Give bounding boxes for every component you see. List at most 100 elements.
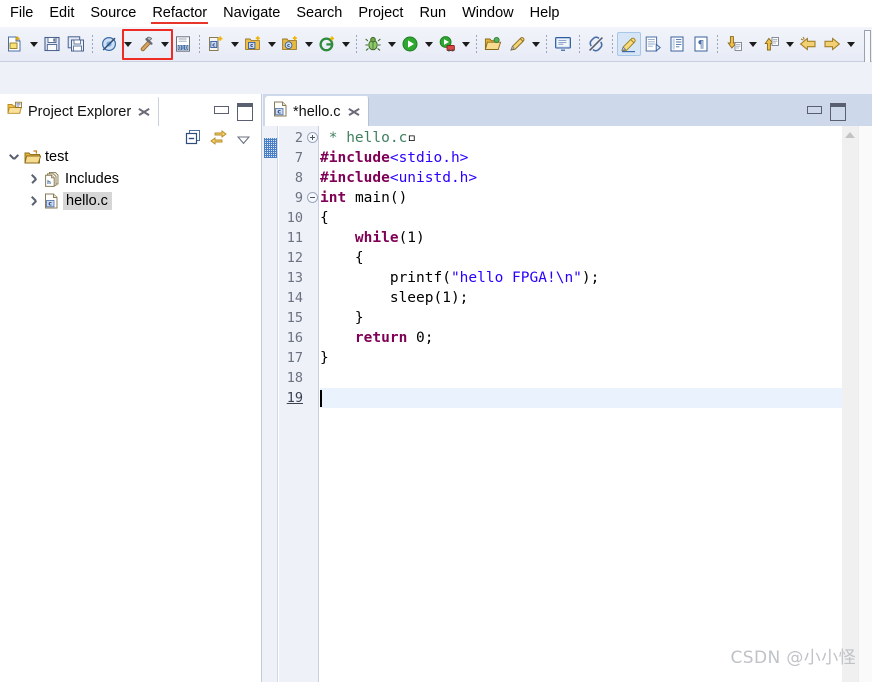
tab-hello-c[interactable]: c *hello.c [265, 96, 369, 126]
show-whitespace-button[interactable] [665, 32, 689, 56]
menu-navigate[interactable]: Navigate [215, 2, 288, 25]
new-c-cpp-project-button[interactable]: c [204, 32, 228, 56]
line-number: 7 [294, 150, 303, 166]
code-token: #include [320, 150, 390, 166]
editor-marker-bar[interactable] [263, 126, 278, 682]
pilcrow-icon: ¶ [692, 35, 710, 53]
menu-help[interactable]: Help [522, 2, 568, 25]
save-all-button[interactable] [64, 32, 88, 56]
skip-all-breakpoints-dropdown-arrow-icon[interactable] [121, 32, 134, 56]
search-marker-button[interactable] [505, 32, 529, 56]
close-icon[interactable] [138, 106, 150, 118]
new-class-dropdown-arrow-icon[interactable] [302, 32, 315, 56]
tree-item-label: hello.c [63, 192, 112, 210]
code-token: main [354, 190, 390, 206]
editor-vertical-scrollbar[interactable] [842, 126, 858, 682]
code-token: "hello FPGA!\n" [450, 270, 582, 286]
tree-item-test[interactable]: test [0, 146, 262, 168]
new-wizard-dropdown-arrow-icon[interactable] [27, 32, 40, 56]
save-button[interactable] [40, 32, 64, 56]
previous-annotation-dropdown-arrow-icon[interactable] [783, 32, 796, 56]
run-play-icon [401, 35, 419, 53]
open-type-button[interactable] [481, 32, 505, 56]
external-tools-button[interactable] [435, 32, 459, 56]
open-console-button[interactable] [551, 32, 575, 56]
next-annotation-dropdown-arrow-icon[interactable] [746, 32, 759, 56]
tree-item-includes[interactable]: h Includes [0, 168, 262, 190]
maximize-icon[interactable] [829, 102, 846, 121]
new-c-cpp-project-dropdown-arrow-icon[interactable] [228, 32, 241, 56]
toggle-block-selection-button[interactable] [641, 32, 665, 56]
code-token: int [320, 190, 347, 206]
new-c-file-dropdown-arrow-icon[interactable] [265, 32, 278, 56]
menu-refactor[interactable]: Refactor [144, 2, 215, 25]
chevron-down-icon[interactable] [6, 149, 22, 165]
code-line: printf("hello FPGA!\n"); [320, 268, 600, 288]
code-token: 0; [407, 330, 434, 346]
menu-run[interactable]: Run [411, 2, 454, 25]
toolbar-separator [352, 33, 361, 55]
new-element-button[interactable] [315, 32, 339, 56]
menu-edit[interactable]: Edit [41, 2, 82, 25]
run-dropdown-arrow-icon[interactable] [422, 32, 435, 56]
c-file-icon: c [273, 101, 288, 122]
build-button[interactable] [134, 32, 158, 56]
code-text-area[interactable]: * hello.c▫ #include<stdio.h> #include<unis… [320, 126, 842, 682]
code-line: #include<unistd.h> [320, 168, 477, 188]
new-class-button[interactable]: c [278, 32, 302, 56]
toolbar-separator [608, 33, 617, 55]
debug-button[interactable] [361, 32, 385, 56]
skip-all-breakpoints-button[interactable] [97, 32, 121, 56]
next-annotation-icon [725, 35, 743, 53]
next-annotation-button[interactable] [722, 32, 746, 56]
scroll-up-arrow-icon[interactable] [845, 132, 855, 139]
close-icon[interactable] [348, 106, 360, 118]
toggle-mark-occurrences-button[interactable] [617, 32, 641, 56]
back-history-button[interactable] [796, 32, 820, 56]
c-file-icon: c [44, 193, 59, 209]
tab-project-explorer[interactable]: Project Explorer [0, 96, 160, 126]
minimize-icon[interactable] [213, 102, 229, 118]
forward-history-dropdown-arrow-icon[interactable] [844, 32, 857, 56]
disabled-link-button[interactable] [584, 32, 608, 56]
chevron-right-icon[interactable] [26, 193, 42, 209]
toolbar-separator [713, 33, 722, 55]
menu-window[interactable]: Window [454, 2, 522, 25]
forward-history-button[interactable] [820, 32, 844, 56]
code-line: while(1) [320, 228, 425, 248]
search-match-marker [264, 138, 277, 158]
minimize-icon[interactable] [806, 102, 822, 118]
menu-search[interactable]: Search [288, 2, 350, 25]
editor-overview-ruler[interactable] [858, 126, 872, 682]
maximize-icon[interactable] [236, 102, 253, 121]
csdn-watermark: CSDN @小小怪 [730, 648, 856, 668]
fold-collapse-icon[interactable] [307, 192, 318, 203]
toolbar-separator [195, 33, 204, 55]
code-line: int main() [320, 188, 407, 208]
fold-expand-icon[interactable] [307, 132, 318, 143]
chevron-right-icon[interactable] [26, 171, 42, 187]
build-dropdown-arrow-icon[interactable] [158, 32, 171, 56]
external-tools-icon [438, 35, 456, 53]
previous-annotation-button[interactable] [759, 32, 783, 56]
search-marker-dropdown-arrow-icon[interactable] [529, 32, 542, 56]
new-file-icon [6, 35, 24, 53]
new-c-file-button[interactable]: c [241, 32, 265, 56]
menu-file[interactable]: File [2, 2, 41, 25]
new-element-dropdown-arrow-icon[interactable] [339, 32, 352, 56]
tree-item-hello-c[interactable]: c hello.c [0, 190, 262, 212]
menu-source[interactable]: Source [82, 2, 144, 25]
source-editor[interactable]: 2 7 8 9 10 11 12 13 14 15 16 17 18 19 * hello.c▫ #incl… [263, 126, 872, 682]
run-button[interactable] [398, 32, 422, 56]
code-folding-column[interactable] [306, 126, 319, 682]
code-token: { [320, 210, 329, 226]
previous-annotation-icon [762, 35, 780, 53]
show-paragraph-button[interactable]: ¶ [689, 32, 713, 56]
forward-arrow-icon [823, 35, 841, 53]
menu-project[interactable]: Project [350, 2, 411, 25]
debug-dropdown-arrow-icon[interactable] [385, 32, 398, 56]
new-wizard-button[interactable] [3, 32, 27, 56]
external-tools-dropdown-arrow-icon[interactable] [459, 32, 472, 56]
toggle-binary-button[interactable]: 010 [171, 32, 195, 56]
